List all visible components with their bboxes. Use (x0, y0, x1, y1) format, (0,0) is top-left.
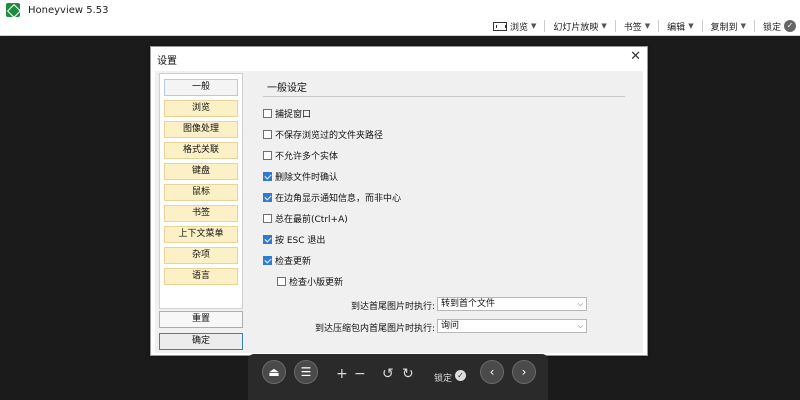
settings-nav: 一般 浏览 图像处理 格式关联 键盘 鼠标 书签 上下文菜单 杂项 语言 (159, 73, 243, 309)
ok-button[interactable]: 确定 (159, 333, 243, 350)
nav-item-misc[interactable]: 杂项 (164, 247, 238, 264)
lock-toggle[interactable]: 锁定 ✓ (763, 20, 796, 33)
option-label: 不允许多个实体 (275, 152, 339, 162)
checkbox-checked[interactable] (263, 172, 272, 181)
bookmark-label: 书签 (623, 22, 642, 33)
option-always-on-top[interactable]: 总在最前(Ctrl+A) (263, 212, 348, 225)
rotate-right-icon[interactable]: ↻ (402, 366, 414, 382)
check-circle-icon: ✓ (784, 20, 796, 32)
select-value: 转到首个文件 (441, 299, 496, 309)
settings-dialog: 设置 ✕ 一般 浏览 图像处理 格式关联 键盘 鼠标 书签 上下文菜单 杂项 语… (150, 46, 648, 356)
checkbox-checked[interactable] (263, 235, 272, 244)
checkbox-checked[interactable] (263, 193, 272, 202)
checkbox[interactable] (263, 214, 272, 223)
toolbar-divider (753, 20, 755, 32)
honeyview-logo-icon (6, 3, 20, 17)
chevron-down-icon: ▼ (688, 22, 694, 30)
lock-label[interactable]: 锁定 (434, 371, 452, 384)
zoom-out-icon[interactable]: − (354, 366, 366, 382)
browse-menu[interactable]: 浏览 ▼ (492, 20, 537, 33)
option-label: 删除文件时确认 (275, 173, 339, 183)
slideshow-menu[interactable]: 幻灯片放映 ▼ (553, 20, 606, 33)
option-check-update[interactable]: 检查更新 (263, 254, 311, 267)
option-esc-exit[interactable]: 按 ESC 退出 (263, 233, 325, 246)
title-bar: Honeyview 5.53 浏览 ▼ 幻灯片放映 ▼ 书签 ▼ 编辑 ▼ 复制… (0, 0, 800, 36)
option-capture-window[interactable]: 捕捉窗口 (263, 107, 311, 120)
option-label: 检查更新 (275, 257, 312, 267)
eject-icon[interactable]: ⏏ (262, 360, 286, 384)
edit-menu[interactable]: 编辑 ▼ (667, 20, 693, 33)
option-label: 按 ESC 退出 (275, 236, 326, 246)
end-of-archive-select[interactable]: 询问 ⌵ (437, 319, 587, 333)
section-title: 一般设定 (267, 83, 307, 94)
chevron-down-icon: ▼ (530, 22, 537, 30)
chevron-down-icon: ⌵ (577, 300, 583, 308)
nav-item-mouse[interactable]: 鼠标 (164, 184, 238, 201)
edit-label: 编辑 (667, 22, 686, 33)
option-label: 总在最前(Ctrl+A) (275, 215, 348, 225)
toolbar-divider (614, 20, 616, 32)
chevron-down-icon: ⌵ (577, 322, 583, 330)
slideshow-label: 幻灯片放映 (553, 22, 599, 33)
checkbox-checked[interactable] (263, 256, 272, 265)
chevron-down-icon: ▼ (740, 22, 746, 30)
checkbox[interactable] (263, 130, 272, 139)
option-label: 不保存浏览过的文件夹路径 (275, 131, 384, 141)
menu-icon[interactable]: ☰ (294, 360, 318, 384)
lock-label: 锁定 (762, 22, 781, 33)
dialog-body: 一般 浏览 图像处理 格式关联 键盘 鼠标 书签 上下文菜单 杂项 语言 重置 … (155, 71, 643, 353)
browse-label: 浏览 (509, 22, 528, 33)
option-single-instance[interactable]: 不允许多个实体 (263, 149, 338, 162)
chevron-down-icon: ▼ (601, 22, 607, 30)
end-of-images-label: 到达首尾图片时执行: (350, 302, 435, 312)
toolbar-divider (544, 20, 546, 32)
previous-icon[interactable]: ‹ (480, 360, 504, 384)
checkbox[interactable] (263, 109, 272, 118)
reset-button[interactable]: 重置 (159, 311, 243, 328)
option-corner-notify[interactable]: 在边角显示通知信息，而非中心 (263, 191, 401, 204)
copy-to-menu[interactable]: 复制到 ▼ (711, 20, 746, 33)
nav-item-bookmark[interactable]: 书签 (164, 205, 238, 222)
app-title: Honeyview 5.53 (28, 5, 109, 16)
option-confirm-delete[interactable]: 删除文件时确认 (263, 170, 338, 183)
copy-to-label: 复制到 (710, 22, 738, 33)
browse-icon (492, 21, 507, 31)
nav-item-context-menu[interactable]: 上下文菜单 (164, 226, 238, 243)
checkbox[interactable] (263, 151, 272, 160)
end-of-images-select[interactable]: 转到首个文件 ⌵ (437, 297, 587, 311)
bookmark-menu[interactable]: 书签 ▼ (624, 20, 650, 33)
nav-item-browse[interactable]: 浏览 (164, 100, 238, 117)
option-no-save-path[interactable]: 不保存浏览过的文件夹路径 (263, 128, 383, 141)
rotate-left-icon[interactable]: ↺ (382, 366, 394, 382)
toolbar-divider (701, 20, 703, 32)
nav-item-general[interactable]: 一般 (164, 79, 238, 96)
dialog-title: 设置 (157, 56, 177, 67)
select-value: 询问 (441, 321, 460, 331)
nav-item-language[interactable]: 语言 (164, 268, 238, 285)
check-circle-icon[interactable]: ✓ (455, 370, 466, 381)
option-label: 在边角显示通知信息，而非中心 (275, 194, 402, 204)
option-label: 捕捉窗口 (275, 110, 312, 120)
section-divider (263, 96, 625, 97)
next-icon[interactable]: › (512, 360, 536, 384)
option-label: 检查小版更新 (289, 278, 344, 288)
general-settings-panel: 一般设定 捕捉窗口 不保存浏览过的文件夹路径 不允许多个实体 删除文件时确认 在… (249, 75, 633, 353)
close-icon[interactable]: ✕ (630, 49, 641, 64)
nav-item-file-association[interactable]: 格式关联 (164, 142, 238, 159)
bottom-controls: ⏏ ☰ + − ↺ ↻ 锁定 ✓ ‹ › (248, 354, 548, 400)
chevron-down-icon: ▼ (644, 22, 651, 30)
nav-item-image-processing[interactable]: 图像处理 (164, 121, 238, 138)
checkbox[interactable] (277, 277, 286, 286)
main-toolbar: 浏览 ▼ 幻灯片放映 ▼ 书签 ▼ 编辑 ▼ 复制到 ▼ 锁定 ✓ (492, 18, 796, 34)
zoom-in-icon[interactable]: + (336, 366, 348, 382)
nav-item-keyboard[interactable]: 键盘 (164, 163, 238, 180)
toolbar-divider (658, 20, 660, 32)
end-of-archive-label: 到达压缩包内首尾图片时执行: (314, 324, 435, 334)
option-check-minor-update[interactable]: 检查小版更新 (277, 275, 343, 288)
